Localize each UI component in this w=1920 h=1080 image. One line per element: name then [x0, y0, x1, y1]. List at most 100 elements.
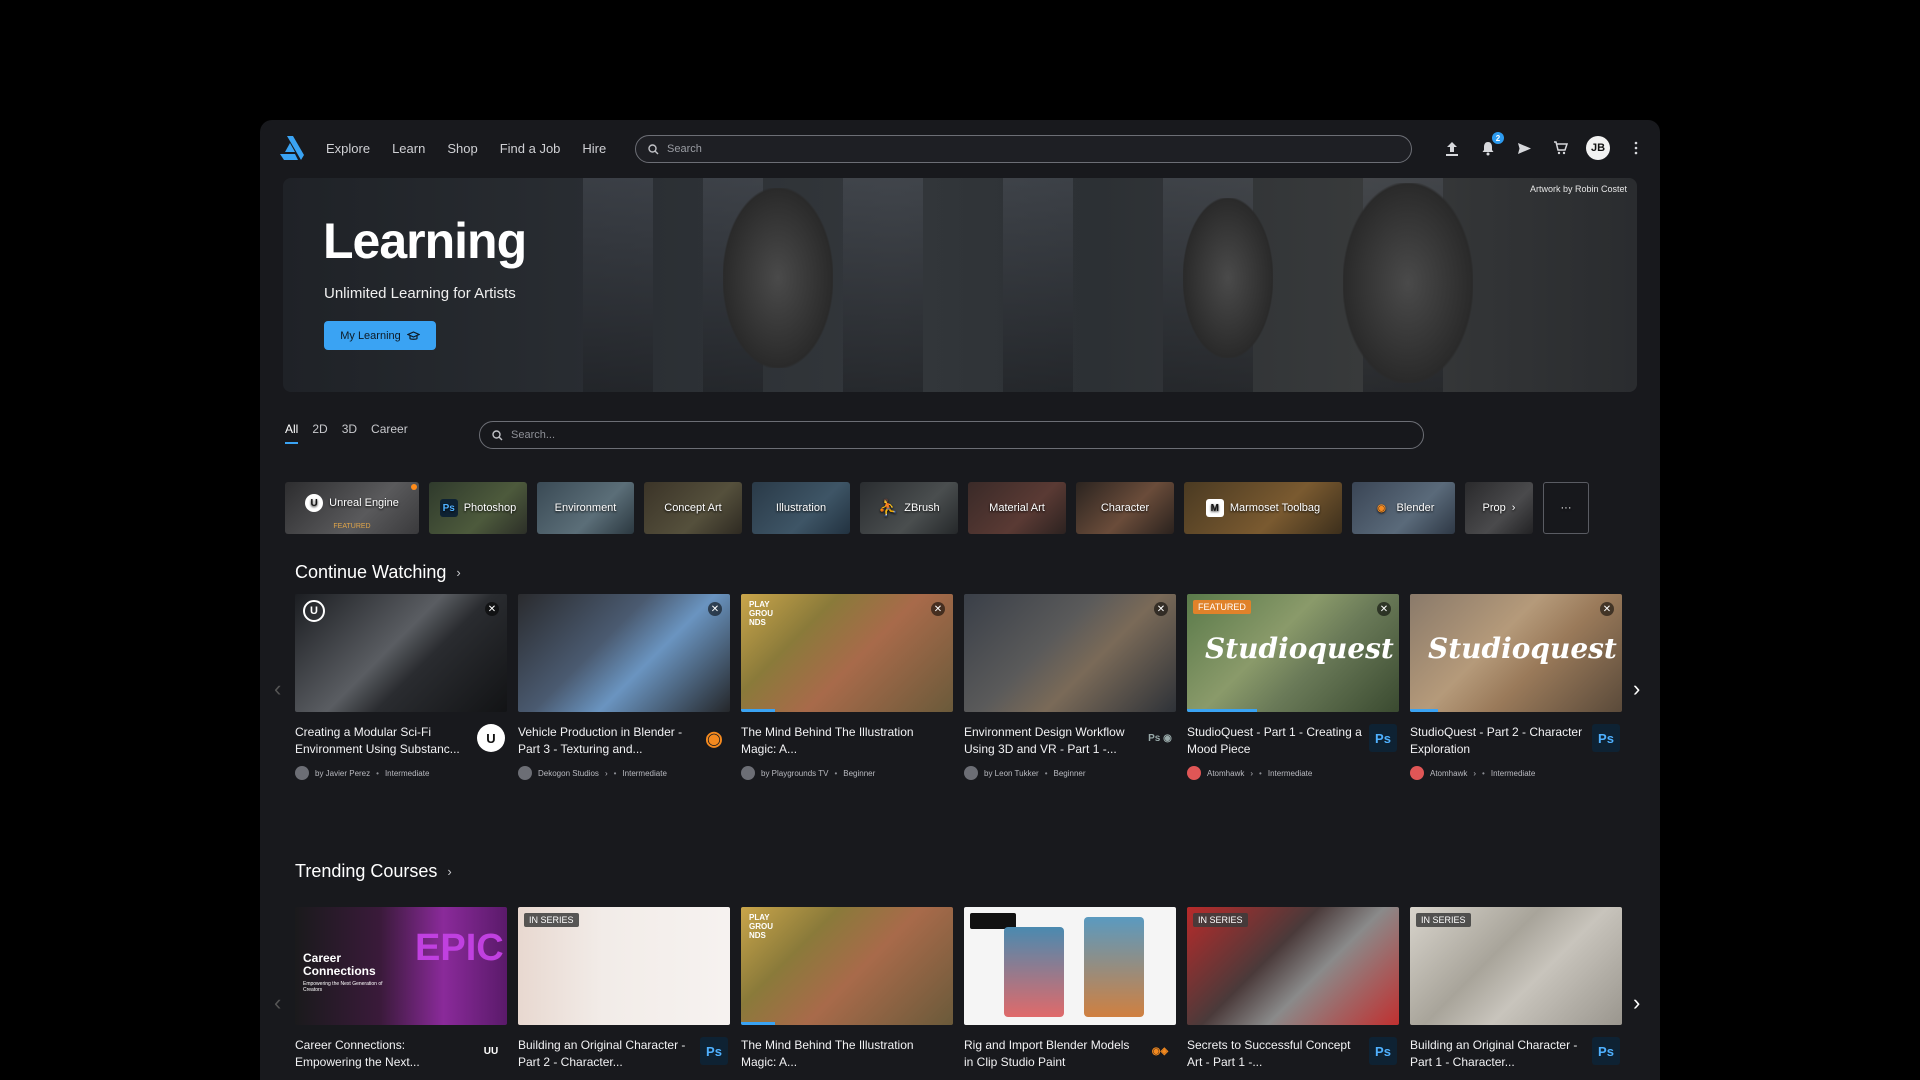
course-card[interactable]: ✕ Vehicle Production in Blender - Part 3…: [518, 594, 730, 780]
course-title: The Mind Behind The Illustration Magic: …: [741, 1038, 914, 1069]
chip-character[interactable]: Character: [1076, 482, 1174, 534]
chip-zbrush[interactable]: ⛹ ZBrush: [860, 482, 958, 534]
zbrush-icon: ⛹: [878, 500, 899, 517]
course-thumbnail[interactable]: IN SERIES: [1187, 907, 1399, 1025]
artwork-credit: Artwork by Robin Costet: [1529, 184, 1627, 194]
watch-progress-bar: [1410, 709, 1438, 712]
chip-label: ZBrush: [904, 502, 940, 514]
course-thumbnail[interactable]: ✕: [518, 594, 730, 712]
course-card[interactable]: IN SERIES Secrets to Successful Concept …: [1187, 907, 1399, 1071]
nav-hire[interactable]: Hire: [582, 141, 606, 156]
chip-photoshop[interactable]: Ps Photoshop: [429, 482, 527, 534]
tab-career[interactable]: Career: [371, 422, 408, 444]
course-card[interactable]: IN SERIES Building an Original Character…: [1410, 907, 1622, 1071]
course-author[interactable]: Dekogon Studios: [538, 769, 599, 778]
course-author[interactable]: Atomhawk: [1207, 769, 1244, 778]
course-thumbnail[interactable]: PLAY GROU NDS: [741, 907, 953, 1025]
chip-material-art[interactable]: Material Art: [968, 482, 1066, 534]
course-thumbnail[interactable]: PLAY GROU NDS ✕: [741, 594, 953, 712]
my-learning-label: My Learning: [340, 329, 401, 342]
course-card[interactable]: Studioquest ✕ StudioQuest - Part 2 - Cha…: [1410, 594, 1622, 780]
remove-close-icon[interactable]: ✕: [485, 602, 499, 616]
course-thumbnail[interactable]: IN SERIES: [518, 907, 730, 1025]
remove-close-icon[interactable]: ✕: [708, 602, 722, 616]
chip-blender[interactable]: ◉ Blender: [1352, 482, 1455, 534]
my-learning-button[interactable]: My Learning: [324, 321, 436, 350]
course-card[interactable]: ✕ Environment Design Workflow Using 3D a…: [964, 594, 1176, 780]
course-title: Career Connections: Empowering the Next.…: [295, 1038, 420, 1069]
course-level: Intermediate: [622, 768, 667, 778]
marmoset-icon: M: [1205, 499, 1224, 517]
hero-art-pillar: [583, 178, 653, 392]
chip-featured-label: FEATURED: [333, 523, 371, 530]
chevron-right-icon: ›: [1511, 502, 1516, 514]
continue-watching-heading[interactable]: Continue Watching ›: [295, 562, 461, 583]
remove-close-icon[interactable]: ✕: [1377, 602, 1391, 616]
notification-count-badge: 2: [1492, 132, 1504, 144]
send-message-icon[interactable]: [1514, 138, 1534, 158]
course-author[interactable]: by Leon Tukker: [984, 769, 1039, 778]
trending-courses-heading[interactable]: Trending Courses ›: [295, 861, 452, 882]
course-card[interactable]: PLAY GROU NDS ✕ The Mind Behind The Illu…: [741, 594, 953, 780]
nav-shop[interactable]: Shop: [447, 141, 477, 156]
tab-3d[interactable]: 3D: [342, 422, 357, 444]
nav-explore[interactable]: Explore: [326, 141, 370, 156]
more-categories-button[interactable]: ···: [1543, 482, 1589, 534]
course-thumbnail[interactable]: Studioquest ✕: [1410, 594, 1622, 712]
course-card[interactable]: Rig and Import Blender Models in Clip St…: [964, 907, 1176, 1071]
in-series-tag: IN SERIES: [1416, 913, 1471, 927]
course-meta: Atomhawk › • Intermediate: [1187, 766, 1399, 780]
notifications-bell-icon[interactable]: 2: [1478, 132, 1504, 158]
course-title: Building an Original Character - Part 2 …: [518, 1038, 686, 1069]
scroll-left-arrow-icon[interactable]: ‹: [274, 990, 281, 1016]
course-thumbnail[interactable]: U ✕: [295, 594, 507, 712]
chip-environment[interactable]: Environment: [537, 482, 634, 534]
learning-search-input[interactable]: Search...: [479, 421, 1424, 449]
chip-illustration[interactable]: Illustration: [752, 482, 850, 534]
upload-icon[interactable]: [1442, 138, 1462, 158]
chip-prop[interactable]: Prop ›: [1465, 482, 1533, 534]
course-card[interactable]: IN SERIES Building an Original Character…: [518, 907, 730, 1071]
unreal-icon: U: [305, 494, 324, 512]
course-card[interactable]: U ✕ Creating a Modular Sci-Fi Environmen…: [295, 594, 507, 780]
tab-all[interactable]: All: [285, 422, 299, 444]
new-indicator-dot: [411, 484, 417, 490]
course-card[interactable]: PLAY GROU NDS The Mind Behind The Illust…: [741, 907, 953, 1071]
meta-separator: •: [376, 768, 379, 778]
course-thumbnail[interactable]: Career Connections Empowering the Next G…: [295, 907, 507, 1025]
nav-learn[interactable]: Learn: [392, 141, 425, 156]
main-nav-links: Explore Learn Shop Find a Job Hire: [326, 120, 628, 176]
learning-search-placeholder: Search...: [511, 429, 556, 441]
course-thumbnail[interactable]: IN SERIES: [1410, 907, 1622, 1025]
chip-label: Material Art: [989, 502, 1045, 514]
course-card[interactable]: Career Connections Empowering the Next G…: [295, 907, 507, 1071]
tab-2d[interactable]: 2D: [312, 422, 327, 444]
section-title: Continue Watching: [295, 562, 447, 582]
artstation-logo-icon[interactable]: [278, 136, 304, 160]
remove-close-icon[interactable]: ✕: [1600, 602, 1614, 616]
course-card[interactable]: FEATURED Studioquest ✕ StudioQuest - Par…: [1187, 594, 1399, 780]
chip-concept-art[interactable]: Concept Art: [644, 482, 742, 534]
user-avatar[interactable]: JB: [1586, 136, 1610, 160]
chip-marmoset-toolbag[interactable]: M Marmoset Toolbag: [1184, 482, 1342, 534]
course-thumbnail[interactable]: FEATURED Studioquest ✕: [1187, 594, 1399, 712]
course-thumbnail[interactable]: [964, 907, 1176, 1025]
author-avatar: [1410, 766, 1424, 780]
cart-icon[interactable]: [1550, 138, 1570, 158]
hero-art-pillar: [1003, 178, 1073, 392]
course-author[interactable]: by Javier Perez: [315, 769, 370, 778]
chevron-right-icon: ›: [1250, 768, 1254, 778]
course-thumbnail[interactable]: ✕: [964, 594, 1176, 712]
more-vertical-icon[interactable]: [1626, 138, 1646, 158]
course-author[interactable]: Atomhawk: [1430, 769, 1467, 778]
author-avatar: [964, 766, 978, 780]
global-search-input[interactable]: Search: [635, 135, 1412, 163]
scroll-left-arrow-icon[interactable]: ‹: [274, 676, 281, 702]
remove-close-icon[interactable]: ✕: [1154, 602, 1168, 616]
chip-unreal-engine[interactable]: U Unreal Engine FEATURED: [285, 482, 419, 534]
chip-label: Prop: [1482, 502, 1506, 514]
nav-find-a-job[interactable]: Find a Job: [500, 141, 561, 156]
remove-close-icon[interactable]: ✕: [931, 602, 945, 616]
course-author[interactable]: by Playgrounds TV: [761, 769, 828, 778]
meta-separator: •: [1044, 768, 1048, 778]
